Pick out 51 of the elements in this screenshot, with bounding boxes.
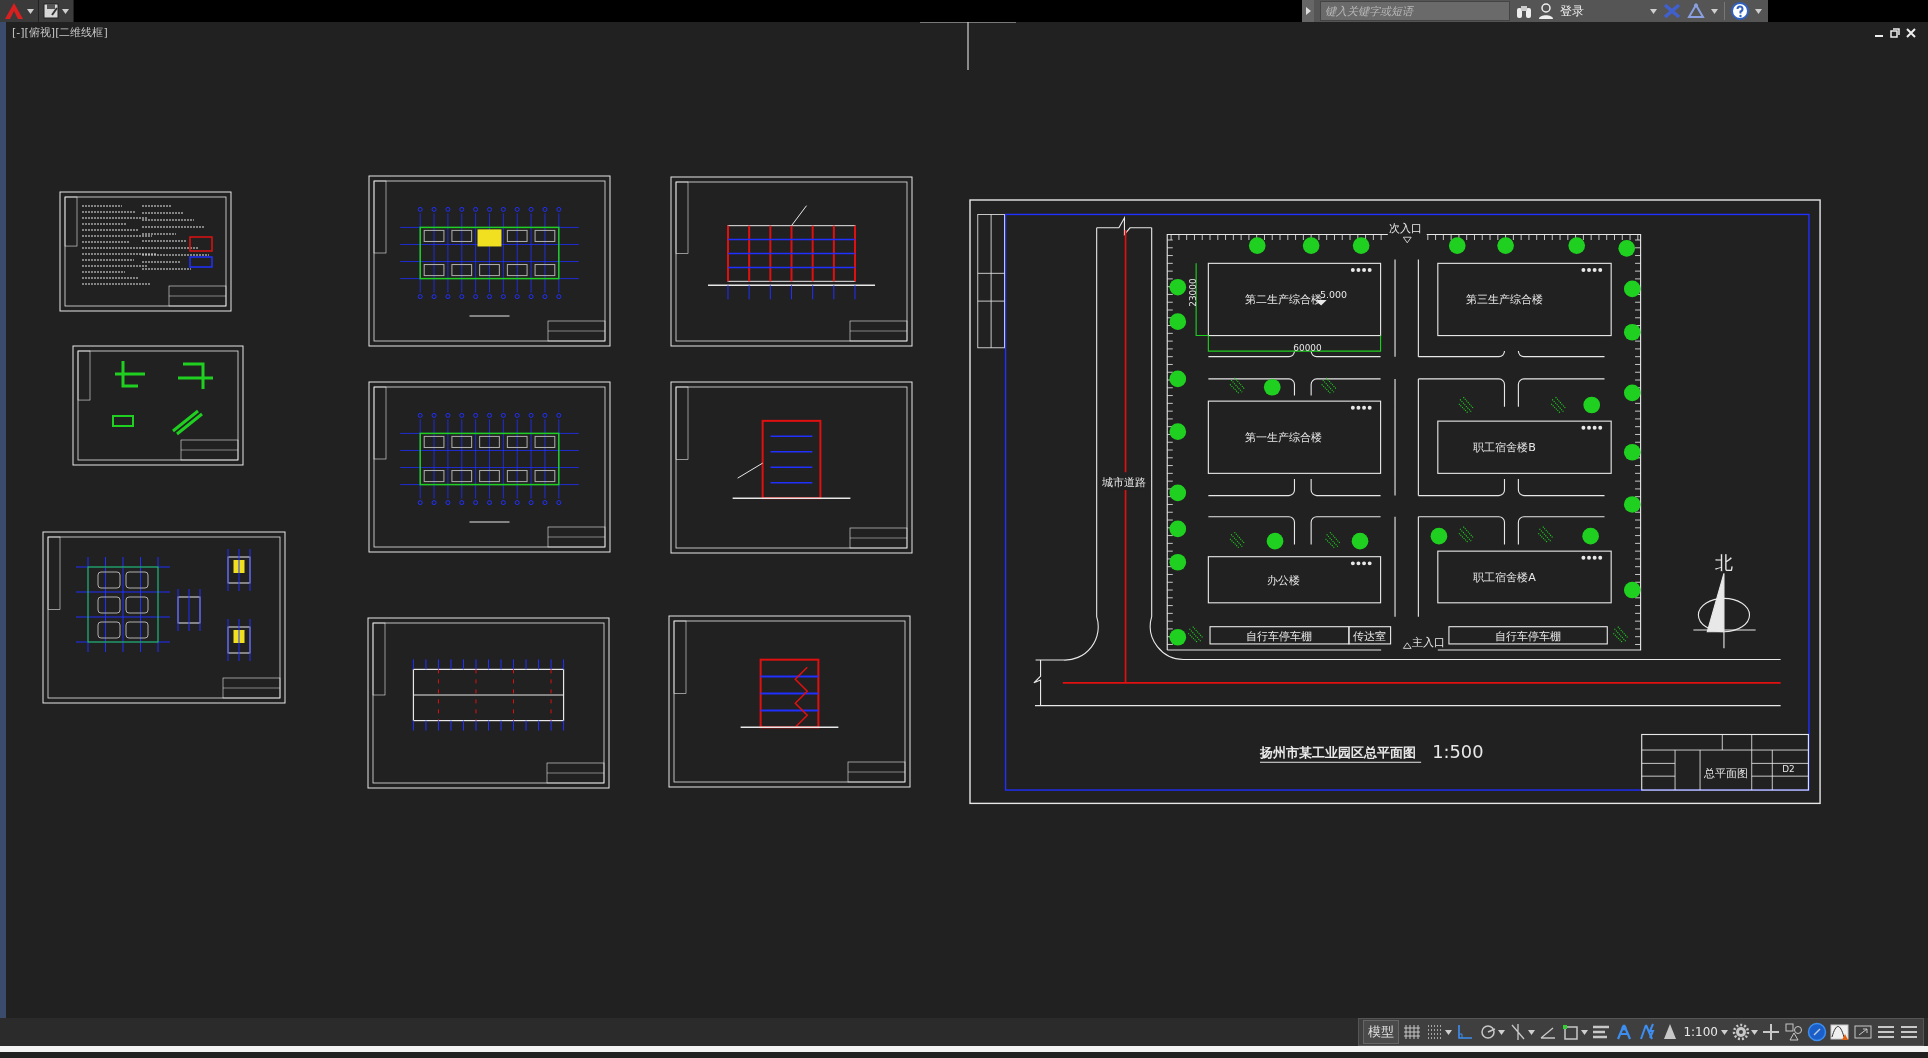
guard-room-label: 传达室 — [1353, 630, 1386, 644]
shapes-icon[interactable] — [1784, 1022, 1804, 1042]
grid-icon[interactable] — [1402, 1022, 1423, 1042]
caret-icon[interactable] — [1528, 1029, 1536, 1035]
chart-warning-icon[interactable] — [1830, 1022, 1850, 1042]
caret-icon[interactable] — [1581, 1029, 1589, 1035]
sign-in-link[interactable]: 登录 — [1560, 2, 1584, 20]
user-icon[interactable] — [1538, 3, 1554, 19]
north-label: 北 — [1714, 552, 1733, 573]
dimension-label: 60000 — [1293, 343, 1322, 354]
building-label: 办公楼 — [1266, 573, 1300, 587]
settings-icon[interactable] — [1731, 1022, 1751, 1042]
sheet-number: D2 — [1782, 764, 1795, 775]
caret-icon[interactable] — [1711, 8, 1718, 14]
help-icon[interactable] — [1731, 2, 1749, 20]
caret-icon[interactable] — [1755, 8, 1762, 14]
triangle-network-icon[interactable] — [1687, 3, 1705, 19]
close-icon[interactable] — [1906, 28, 1916, 38]
elevation-label: 5.000 — [1320, 288, 1348, 300]
bike-shed-label: 自行车停车棚 — [1246, 630, 1313, 644]
caret-icon[interactable] — [1445, 1029, 1453, 1035]
viewport-label[interactable]: [-][俯视][二维线框] — [12, 25, 108, 40]
building-label: 第一生产综合楼 — [1244, 431, 1322, 445]
caret-icon[interactable] — [1721, 1029, 1728, 1035]
caret-icon[interactable] — [1751, 1029, 1758, 1035]
ucs-crosshair-icon — [919, 22, 1017, 71]
save-icon[interactable] — [43, 3, 59, 19]
caret-icon[interactable] — [1498, 1029, 1506, 1035]
building-label: 职工宿舍楼A — [1473, 570, 1536, 584]
building-label: 职工宿舍楼B — [1473, 441, 1536, 455]
bike-shed-label: 自行车停车棚 — [1494, 630, 1561, 644]
annotation-scale[interactable]: 1:100 — [1683, 1025, 1718, 1039]
entrance-label: 主入口 — [1412, 635, 1446, 649]
caret-icon[interactable] — [27, 8, 34, 14]
gauge-icon[interactable] — [1807, 1022, 1827, 1042]
expand-icon[interactable] — [1302, 0, 1314, 22]
caret-icon[interactable] — [62, 8, 69, 14]
dimension-label: 23000 — [1187, 278, 1198, 307]
search-field[interactable]: 键入关键字或短语 — [1320, 1, 1510, 21]
restore-icon[interactable] — [1890, 28, 1900, 38]
title-block-name: 总平面图 — [1703, 766, 1748, 780]
road-label: 城市道路 — [1102, 475, 1147, 489]
clean-screen-icon[interactable] — [1853, 1022, 1873, 1042]
drawing-title: 扬州市某工业园区总平面图 — [1260, 744, 1416, 760]
caret-icon[interactable] — [1650, 8, 1657, 14]
drawing-scale: 1:500 — [1432, 741, 1484, 762]
model-tab[interactable]: 模型 — [1363, 1020, 1400, 1044]
entrance-label: 次入口 — [1388, 222, 1422, 236]
binoculars-icon[interactable] — [1516, 3, 1532, 19]
building-label: 第三生产综合楼 — [1466, 293, 1543, 307]
plus-icon[interactable] — [1761, 1022, 1781, 1042]
